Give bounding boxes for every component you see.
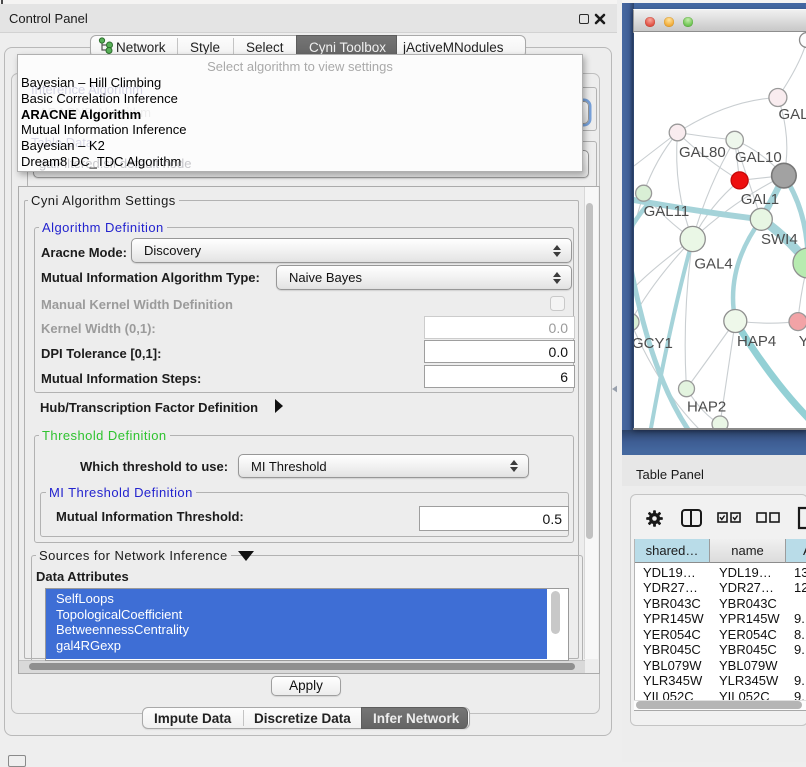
svg-text:HAP2: HAP2 bbox=[687, 399, 726, 416]
svg-text:GAL80: GAL80 bbox=[679, 144, 726, 161]
svg-text:HAP4: HAP4 bbox=[737, 333, 776, 350]
svg-text:GCY1: GCY1 bbox=[634, 335, 673, 352]
svg-text:GAL1: GAL1 bbox=[741, 191, 779, 208]
svg-text:Y: Y bbox=[799, 333, 806, 350]
svg-text:GAL11: GAL11 bbox=[644, 203, 690, 220]
svg-text:SWI4: SWI4 bbox=[761, 231, 798, 248]
svg-text:GAL10: GAL10 bbox=[735, 149, 782, 166]
svg-text:GAL7: GAL7 bbox=[779, 106, 806, 123]
svg-text:GAL4: GAL4 bbox=[694, 256, 732, 273]
